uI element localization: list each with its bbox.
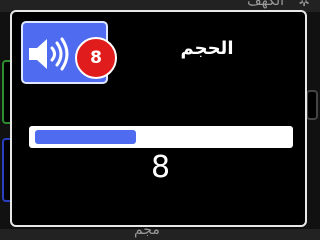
volume-badge: 8	[75, 37, 117, 79]
volume-slider-fill	[35, 130, 136, 144]
speaker-icon	[29, 37, 69, 71]
background-tile-right	[306, 90, 318, 120]
dialog-title: الحجم	[180, 38, 234, 59]
volume-value: 8	[150, 150, 171, 185]
settings-icon: ✲	[298, 0, 310, 10]
background-title: الكهف	[247, 0, 284, 9]
background-footer	[0, 229, 320, 240]
volume-dialog: 8 الحجم 8	[10, 10, 307, 227]
volume-slider[interactable]	[29, 126, 293, 148]
volume-tile[interactable]: 8	[21, 21, 117, 84]
